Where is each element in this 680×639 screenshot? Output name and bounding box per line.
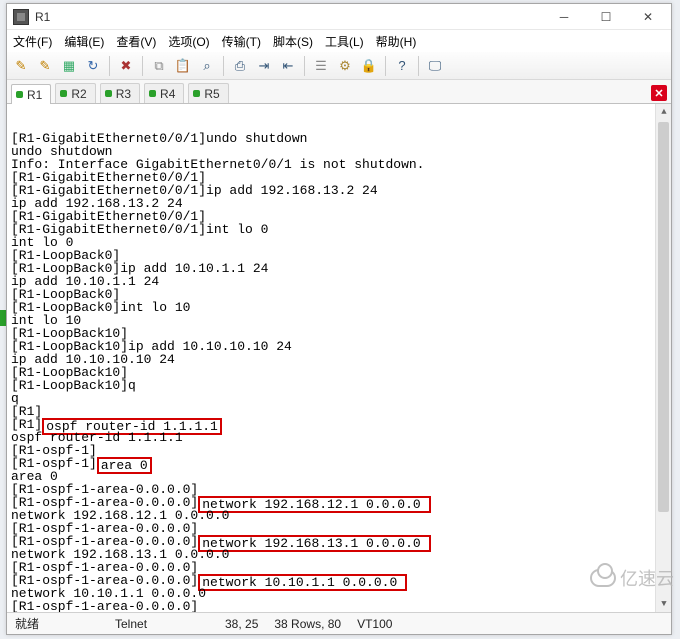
tool-receive-icon[interactable]: ⇤ — [278, 56, 298, 76]
titlebar[interactable]: R1 ─ ☐ ✕ — [7, 4, 671, 30]
toolbar-separator — [142, 56, 143, 76]
status-position: 38, 25 — [217, 617, 266, 631]
toolbar-separator — [385, 56, 386, 76]
menu-edit[interactable]: 编辑(E) — [64, 33, 104, 50]
tool-help-icon[interactable]: ? — [392, 56, 412, 76]
watermark-text: 亿速云 — [620, 565, 674, 591]
terminal-line: q — [11, 392, 667, 405]
menu-view[interactable]: 查看(V) — [116, 33, 156, 50]
tool-paste-icon[interactable]: 📋 — [173, 56, 193, 76]
status-encoding: VT100 — [349, 617, 400, 631]
tool-screen-icon[interactable]: 🖵 — [425, 56, 445, 76]
tab-r5[interactable]: R5 — [188, 83, 228, 103]
highlighted-command: network 192.168.13.1 0.0.0.0 — [198, 535, 430, 552]
watermark: 亿速云 — [590, 565, 674, 591]
terminal-line: [R1] — [11, 405, 667, 418]
tab-r3[interactable]: R3 — [100, 83, 140, 103]
terminal-line: [R1-ospf-1-area-0.0.0.0] — [11, 600, 667, 612]
highlighted-command: area 0 — [97, 457, 152, 474]
tool-print-icon[interactable]: ⎙ — [230, 56, 250, 76]
menu-help[interactable]: 帮助(H) — [376, 33, 417, 50]
terminal-line: [R1-LoopBack10]q — [11, 379, 667, 392]
tool-find-icon[interactable]: ⌕ — [197, 56, 217, 76]
tool-new-icon[interactable]: ✎ — [11, 56, 31, 76]
statusbar: 就绪 Telnet 38, 25 38 Rows, 80 VT100 — [7, 612, 671, 634]
tab-label: R4 — [160, 87, 175, 101]
tool-host-icon[interactable]: ▦ — [59, 56, 79, 76]
tool-open-icon[interactable]: ✎ — [35, 56, 55, 76]
toolbar-separator — [418, 56, 419, 76]
menubar: 文件(F) 编辑(E) 查看(V) 选项(O) 传输(T) 脚本(S) 工具(L… — [7, 30, 671, 52]
toolbar-separator — [223, 56, 224, 76]
tab-label: R1 — [27, 88, 42, 102]
tab-label: R2 — [71, 87, 86, 101]
scroll-up-icon[interactable]: ▲ — [656, 104, 671, 120]
maximize-button[interactable]: ☐ — [585, 5, 627, 29]
tool-send-icon[interactable]: ⇥ — [254, 56, 274, 76]
close-button[interactable]: ✕ — [627, 5, 669, 29]
menu-tools[interactable]: 工具(L) — [325, 33, 364, 50]
app-icon — [13, 9, 29, 25]
terminal-output[interactable]: [R1-GigabitEthernet0/0/1]undo shutdownun… — [7, 104, 671, 612]
status-dot-icon — [60, 90, 67, 97]
terminal-line: [R1-GigabitEthernet0/0/1]int lo 0 — [11, 223, 667, 236]
terminal-line: ospf router-id 1.1.1.1 — [11, 431, 667, 444]
status-dot-icon — [16, 91, 23, 98]
terminal-line: [R1-ospf-1] — [11, 444, 667, 457]
status-dot-icon — [193, 90, 200, 97]
window-title: R1 — [35, 10, 543, 24]
close-tab-button[interactable]: ✕ — [651, 85, 667, 101]
toolbar-separator — [304, 56, 305, 76]
tab-r2[interactable]: R2 — [55, 83, 95, 103]
toolbar: ✎ ✎ ▦ ↻ ✖ ⧉ 📋 ⌕ ⎙ ⇥ ⇤ ☰ ⚙ 🔒 ? 🖵 — [7, 52, 671, 80]
window-buttons: ─ ☐ ✕ — [543, 5, 669, 29]
tool-copy-icon[interactable]: ⧉ — [149, 56, 169, 76]
terminal-line: [R1-LoopBack0]int lo 10 — [11, 301, 667, 314]
tool-props-icon[interactable]: ☰ — [311, 56, 331, 76]
status-ready: 就绪 — [7, 615, 107, 632]
menu-script[interactable]: 脚本(S) — [273, 33, 313, 50]
terminal-line: [R1-ospf-1]area 0 — [11, 457, 667, 470]
tool-disconnect-icon[interactable]: ✖ — [116, 56, 136, 76]
minimize-button[interactable]: ─ — [543, 5, 585, 29]
menu-transfer[interactable]: 传输(T) — [222, 33, 261, 50]
scroll-down-icon[interactable]: ▼ — [656, 596, 671, 612]
status-dot-icon — [149, 90, 156, 97]
tool-options-icon[interactable]: ⚙ — [335, 56, 355, 76]
tab-r4[interactable]: R4 — [144, 83, 184, 103]
menu-options[interactable]: 选项(O) — [168, 33, 209, 50]
cloud-icon — [590, 569, 616, 587]
terminal-window: R1 ─ ☐ ✕ 文件(F) 编辑(E) 查看(V) 选项(O) 传输(T) 脚… — [6, 3, 672, 635]
status-size: 38 Rows, 80 — [266, 617, 349, 631]
highlighted-command: network 192.168.12.1 0.0.0.0 — [198, 496, 430, 513]
scroll-thumb[interactable] — [658, 122, 669, 512]
tool-lock-icon[interactable]: 🔒 — [359, 56, 379, 76]
scrollbar[interactable]: ▲ ▼ — [655, 104, 671, 612]
tabbar: R1 R2 R3 R4 R5 ✕ — [7, 80, 671, 104]
status-dot-icon — [105, 90, 112, 97]
tab-label: R3 — [116, 87, 131, 101]
highlighted-command: network 10.10.1.1 0.0.0.0 — [198, 574, 407, 591]
status-connection: Telnet — [107, 617, 217, 631]
tab-label: R5 — [204, 87, 219, 101]
tool-reconnect-icon[interactable]: ↻ — [83, 56, 103, 76]
menu-file[interactable]: 文件(F) — [13, 33, 52, 50]
tab-r1[interactable]: R1 — [11, 84, 51, 104]
toolbar-separator — [109, 56, 110, 76]
